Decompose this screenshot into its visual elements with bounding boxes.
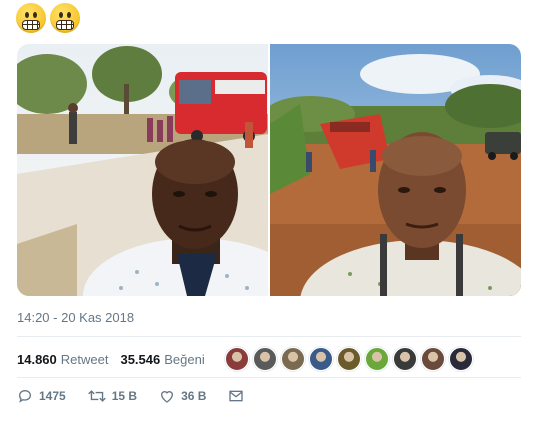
emoji-row [16,3,80,33]
liker-avatar[interactable] [224,347,249,371]
retweet-button[interactable]: 15 B [87,388,138,404]
liker-avatar[interactable] [420,347,445,371]
grimacing-face-emoji-icon [16,3,46,33]
retweet-stat-count: 14.860 [17,351,57,367]
reply-icon [18,389,32,403]
liker-avatar[interactable] [252,347,277,371]
tweet-media[interactable] [17,44,521,296]
retweet-stat[interactable]: 14.860 Retweet [17,352,108,367]
like-button[interactable]: 36 B [159,388,206,404]
engagement-stats: 14.860 Retweet 35.546 Beğeni [17,347,473,371]
photo-right[interactable] [270,44,521,296]
tweet-actions: 1475 15 B 36 B [17,388,266,404]
liker-avatar[interactable] [280,347,305,371]
grimacing-face-emoji-icon [50,3,80,33]
liker-avatar[interactable] [392,347,417,371]
liker-avatar[interactable] [336,347,361,371]
like-stat-count: 35.546 [120,351,161,367]
divider-top [17,336,521,337]
photo-left[interactable] [17,44,268,296]
retweet-icon [87,390,106,402]
heart-icon [161,391,174,403]
retweet-action-count: 15 B [111,389,138,403]
liker-avatars [224,347,473,371]
liker-avatar[interactable] [364,347,389,371]
reply-button[interactable]: 1475 [17,388,66,404]
like-stat[interactable]: 35.546 Beğeni [120,352,204,367]
direct-message-button[interactable] [228,388,244,404]
like-stat-label: Beğeni [164,351,205,367]
retweet-stat-label: Retweet [60,351,109,367]
like-action-count: 36 B [181,389,207,403]
envelope-icon [229,390,244,402]
liker-avatar[interactable] [448,347,473,371]
tweet-timestamp[interactable]: 14:20 - 20 Kas 2018 [17,310,134,325]
liker-avatar[interactable] [308,347,333,371]
reply-count: 1475 [39,389,66,403]
divider-bottom [17,377,521,378]
